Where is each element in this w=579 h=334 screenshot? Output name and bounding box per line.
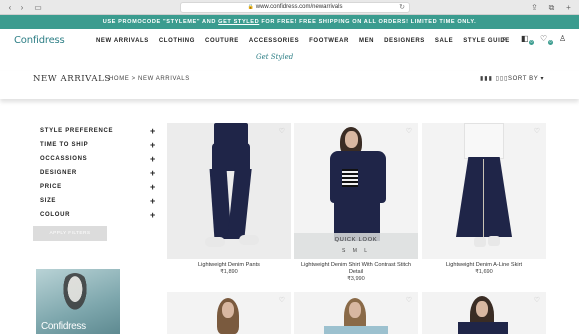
sort-by-dropdown[interactable]: SORT BY ▾ (508, 75, 544, 82)
nav-item-men[interactable]: MEN (359, 38, 374, 44)
product-image[interactable]: ♡ (422, 123, 546, 259)
tabs-icon[interactable]: ⧉ (547, 3, 556, 12)
product-name[interactable]: Lightweight Denim Shirt With Contrast St… (294, 262, 418, 276)
filter-label: PRICE (40, 184, 62, 190)
grid-view-toggle-icon[interactable]: ▮▮▮ ▯▯▯ (480, 75, 508, 82)
nav-item-accessories[interactable]: ACCESSORIES (249, 38, 299, 44)
filter-label: TIME TO SHIP (40, 142, 89, 148)
promo-text-suffix: FOR FREE! FREE SHIPPING ON ALL ORDERS! L… (259, 19, 477, 25)
product-card[interactable]: ♡ (167, 292, 291, 334)
filter-style-preference[interactable]: STYLE PREFERENCE + (40, 126, 158, 140)
url-text: www.confidress.com/newarrivals (255, 4, 343, 10)
filter-label: OCCASSIONS (40, 156, 88, 162)
size-options[interactable]: S M L (294, 248, 418, 254)
reload-icon[interactable]: ↻ (399, 3, 405, 12)
filter-occasions[interactable]: OCCASSIONS + (40, 154, 158, 168)
wishlist-heart-icon[interactable]: ♡ (279, 127, 285, 135)
sidebar-icon[interactable]: ▭ (33, 3, 43, 12)
product-price: ₹1,690 (475, 269, 493, 275)
filter-designer[interactable]: DESIGNER + (40, 168, 158, 182)
product-image[interactable]: ♡ QUICK LOOK S M L (294, 123, 418, 259)
chevron-down-icon: ▾ (540, 76, 545, 82)
nav-item-sale[interactable]: SALE (435, 38, 453, 44)
bag-count-badge: 0 (529, 40, 534, 45)
header-icons: ⌕ ◧ 0 ♡ 0 ♙ (502, 34, 569, 45)
filter-label: STYLE PREFERENCE (40, 128, 114, 134)
wishlist-icon[interactable]: ♡ 0 (540, 34, 553, 45)
user-icon[interactable]: ♙ (559, 34, 569, 44)
quick-look-overlay[interactable]: QUICK LOOK S M L (294, 233, 418, 259)
filter-size[interactable]: SIZE + (40, 196, 158, 210)
quick-look-button[interactable]: QUICK LOOK (294, 237, 418, 243)
expand-plus-icon[interactable]: + (150, 168, 156, 178)
product-card[interactable]: ♡ Lightweight Denim A-Line Skirt ₹1,690 (422, 123, 546, 275)
product-price: ₹1,890 (220, 269, 238, 275)
search-icon[interactable]: ⌕ (502, 34, 512, 44)
product-card[interactable]: ♡ (294, 292, 418, 334)
filter-label: SIZE (40, 198, 57, 204)
product-card[interactable]: ♡ Lightweight Denim Pants ₹1,890 (167, 123, 291, 275)
sort-by-label: SORT BY (508, 76, 539, 82)
url-bar[interactable]: 🔒 www.confidress.com/newarrivals ↻ (180, 2, 410, 13)
filter-panel: STYLE PREFERENCE + TIME TO SHIP + OCCASSIO… (40, 126, 158, 224)
product-price: ₹3,990 (347, 276, 365, 282)
nav-item-clothing[interactable]: CLOTHING (159, 38, 195, 44)
expand-plus-icon[interactable]: + (150, 182, 156, 192)
new-tab-icon[interactable]: + (564, 3, 573, 12)
product-name[interactable]: Lightweight Denim A-Line Skirt (422, 262, 546, 269)
promo-banner: USE PROMOCODE "STYLEME" AND GET STYLED F… (0, 15, 579, 29)
wishlist-heart-icon[interactable]: ♡ (279, 296, 285, 304)
product-name[interactable]: Lightweight Denim Pants (167, 262, 291, 269)
product-card[interactable]: ♡ QUICK LOOK S M L Lightweight Denim Shi… (294, 123, 418, 282)
filter-price[interactable]: PRICE + (40, 182, 158, 196)
nav-item-new-arrivals[interactable]: NEW ARRIVALS (96, 38, 149, 44)
tagline[interactable]: Get Styled (256, 53, 293, 61)
nav-item-couture[interactable]: COUTURE (205, 38, 239, 44)
wishlist-heart-icon[interactable]: ♡ (406, 296, 412, 304)
lock-icon: 🔒 (247, 4, 254, 10)
product-image[interactable]: ♡ (422, 292, 546, 334)
breadcrumb[interactable]: HOME > NEW ARRIVALS (109, 76, 190, 82)
get-styled-link[interactable]: GET STYLED (218, 19, 259, 25)
logo[interactable]: Confidress (14, 35, 65, 46)
expand-plus-icon[interactable]: + (150, 140, 156, 150)
wishlist-heart-icon[interactable]: ♡ (534, 296, 540, 304)
site-header: Confidress NEW ARRIVALS CLOTHING COUTURE… (0, 29, 579, 71)
filter-label: COLOUR (40, 212, 71, 218)
nav-item-designers[interactable]: DESIGNERS (384, 38, 425, 44)
model-image (58, 273, 92, 319)
apply-filters-button[interactable]: APPLY FILTERS (33, 226, 107, 241)
main-nav: NEW ARRIVALS CLOTHING COUTURE ACCESSORIE… (96, 38, 510, 44)
back-icon[interactable]: ‹ (6, 3, 14, 12)
expand-plus-icon[interactable]: + (150, 196, 156, 206)
product-image[interactable]: ♡ (167, 292, 291, 334)
wishlist-heart-icon[interactable]: ♡ (534, 127, 540, 135)
promo-tile-image[interactable]: Confidress (36, 269, 120, 334)
bag-icon[interactable]: ◧ 0 (521, 34, 534, 45)
promo-text: USE PROMOCODE "STYLEME" AND (102, 19, 219, 25)
page-title: NEW ARRIVALS (33, 74, 111, 84)
product-image[interactable]: ♡ (294, 292, 418, 334)
filter-colour[interactable]: COLOUR + (40, 210, 158, 224)
wishlist-heart-icon[interactable]: ♡ (406, 127, 412, 135)
wishlist-count-badge: 0 (548, 40, 553, 45)
expand-plus-icon[interactable]: + (150, 154, 156, 164)
expand-plus-icon[interactable]: + (150, 210, 156, 220)
promo-tile-text: Confidress (41, 321, 86, 332)
browser-toolbar: ‹ › ▭ 🔒 www.confidress.com/newarrivals ↻ … (0, 0, 579, 15)
page-subheader: NEW ARRIVALS HOME > NEW ARRIVALS ▮▮▮ ▯▯▯… (0, 71, 579, 99)
product-card[interactable]: ♡ (422, 292, 546, 334)
expand-plus-icon[interactable]: + (150, 126, 156, 136)
product-image[interactable]: ♡ (167, 123, 291, 259)
share-icon[interactable]: ⇪ (530, 3, 539, 12)
forward-icon[interactable]: › (18, 3, 26, 12)
nav-item-footwear[interactable]: FOOTWEAR (309, 38, 349, 44)
filter-label: DESIGNER (40, 170, 77, 176)
filter-time-to-ship[interactable]: TIME TO SHIP + (40, 140, 158, 154)
